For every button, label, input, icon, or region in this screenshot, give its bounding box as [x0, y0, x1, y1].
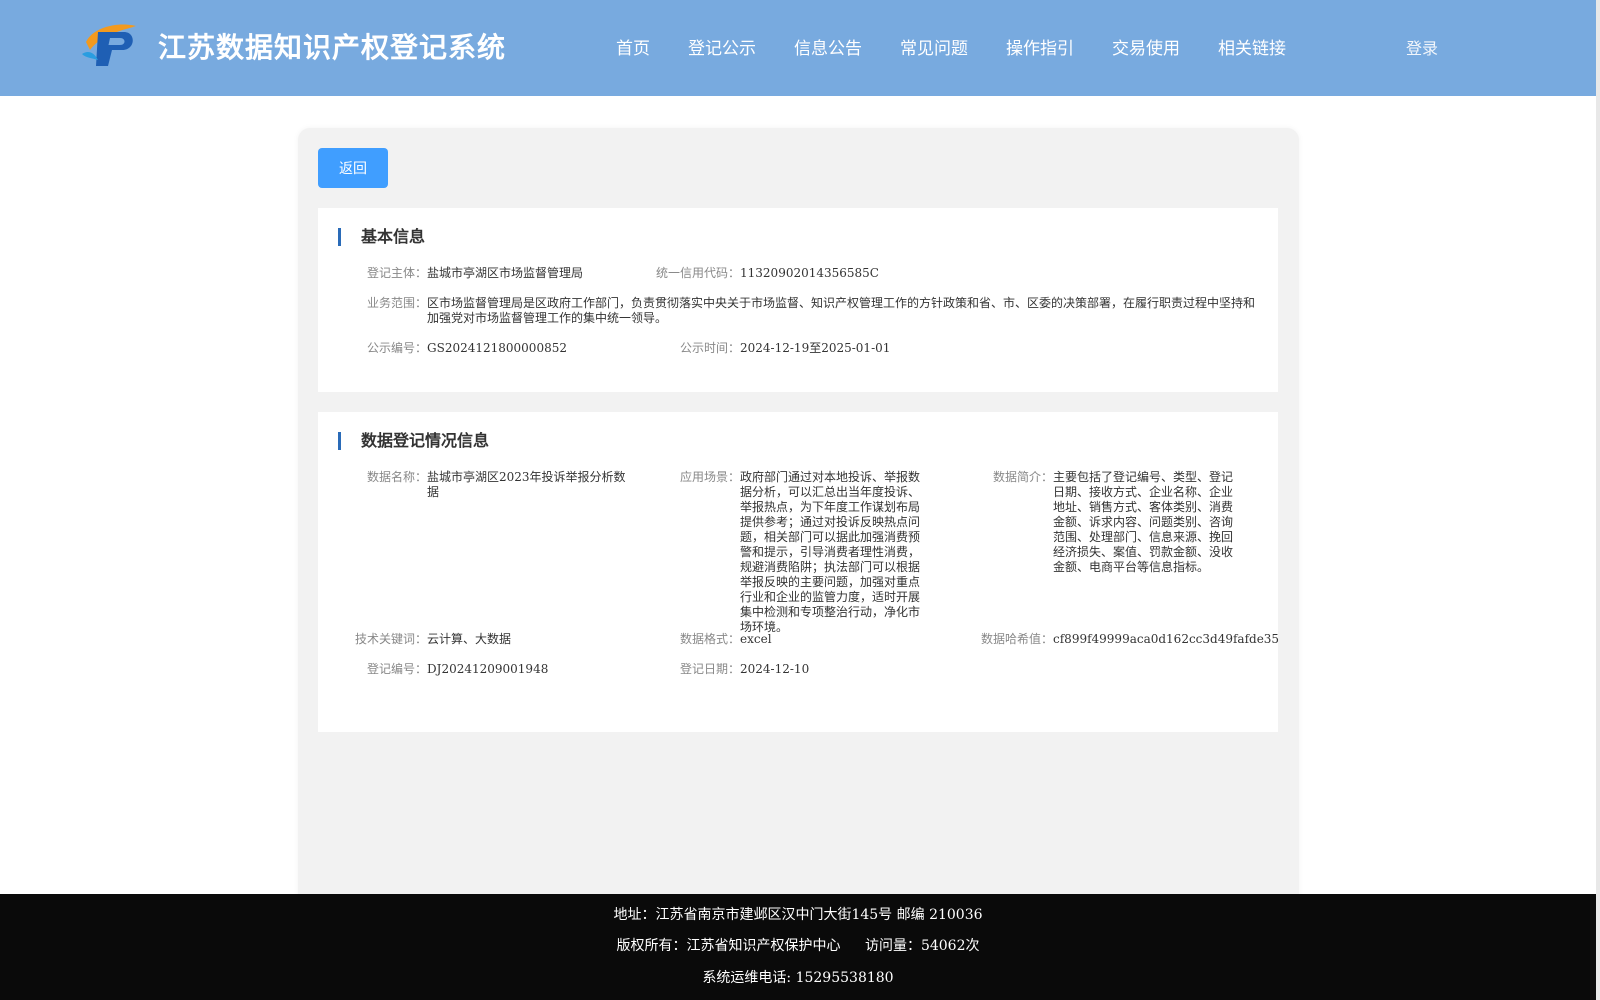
field-value: cf899f49999aca0d162cc3d49fafde35 [1053, 632, 1280, 646]
field-data-hash: 数据哈希值： cf899f49999aca0d162cc3d49fafde35 [981, 632, 1279, 647]
field-label: 数据哈希值： [981, 632, 1054, 646]
field-value: 政府部门通过对本地投诉、举报数据分析，可以汇总出当年度投诉、举报热点，为下年度工… [740, 470, 921, 634]
field-label: 业务范围： [367, 296, 428, 310]
nav-related-links[interactable]: 相关链接 [1218, 34, 1286, 59]
field-label: 公示时间： [680, 341, 741, 355]
main-nav: 首页 登记公示 信息公告 常见问题 操作指引 交易使用 相关链接 [616, 34, 1286, 59]
site-title[interactable]: 江苏数据知识产权登记系统 [158, 26, 506, 66]
field-label: 登记编号： [367, 662, 428, 676]
field-value: 盐城市亭湖区市场监督管理局 [427, 266, 584, 280]
field-label: 数据简介： [993, 470, 1054, 484]
page-scrollbar[interactable] [1596, 0, 1600, 1000]
nav-home[interactable]: 首页 [616, 34, 650, 59]
field-data-format: 数据格式： excel [680, 632, 932, 647]
field-business-scope: 业务范围： 区市场监督管理局是区政府工作部门，负责贯彻落实中央关于市场监督、知识… [367, 296, 1262, 326]
nav-transaction-use[interactable]: 交易使用 [1112, 34, 1180, 59]
field-publicity-number: 公示编号： GS2024121800000852 [367, 341, 667, 356]
nav-registration-publicity[interactable]: 登记公示 [688, 34, 756, 59]
field-registration-subject: 登记主体： 盐城市亭湖区市场监督管理局 [367, 266, 647, 281]
field-value: 盐城市亭湖区2023年投诉举报分析数据 [427, 470, 626, 499]
login-link[interactable]: 登录 [1406, 35, 1438, 59]
field-value: 主要包括了登记编号、类型、登记日期、接收方式、企业名称、企业地址、销售方式、客体… [1053, 470, 1234, 574]
footer-copyright-line: 版权所有：江苏省知识产权保护中心 访问量：54062次 [0, 935, 1596, 955]
section-title-basic-info: 基本信息 [338, 228, 425, 246]
field-registration-number: 登记编号： DJ20241209001948 [367, 662, 647, 677]
field-value: 2024-12-19至2025-01-01 [740, 341, 891, 355]
footer-visits: 访问量：54062次 [864, 938, 980, 954]
footer-copyright: 版权所有：江苏省知识产权保护中心 [616, 938, 841, 954]
field-label: 应用场景： [680, 470, 741, 484]
field-label: 数据名称： [367, 470, 428, 484]
field-value: 区市场监督管理局是区政府工作部门，负责贯彻落实中央关于市场监督、知识产权管理工作… [427, 296, 1256, 325]
field-value: 2024-12-10 [740, 662, 810, 676]
field-application-scene: 应用场景： 政府部门通过对本地投诉、举报数据分析，可以汇总出当年度投诉、举报热点… [680, 470, 932, 635]
footer-address: 地址：江苏省南京市建邺区汉中门大街145号 邮编 210036 [613, 907, 983, 923]
field-label: 技术关键词： [355, 632, 428, 646]
field-value: excel [740, 632, 772, 646]
section-title-registration-info: 数据登记情况信息 [338, 432, 489, 450]
field-label: 统一信用代码： [656, 266, 741, 280]
top-header: 江苏数据知识产权登记系统 首页 登记公示 信息公告 常见问题 操作指引 交易使用… [0, 0, 1596, 96]
field-label: 数据格式： [680, 632, 741, 646]
basic-info-panel: 基本信息 登记主体： 盐城市亭湖区市场监督管理局 统一信用代码： 1132090… [318, 208, 1278, 392]
field-data-name: 数据名称： 盐城市亭湖区2023年投诉举报分析数据 [367, 470, 627, 500]
field-value: DJ20241209001948 [427, 662, 549, 676]
field-tech-keywords: 技术关键词： 云计算、大数据 [355, 632, 635, 647]
field-credit-code: 统一信用代码： 11320902014356585C [656, 266, 956, 281]
field-publicity-time: 公示时间： 2024-12-19至2025-01-01 [680, 341, 980, 356]
field-data-intro: 数据简介： 主要包括了登记编号、类型、登记日期、接收方式、企业名称、企业地址、销… [993, 470, 1245, 575]
footer-phone: 系统运维电话: 15295538180 [702, 970, 894, 986]
field-value: 11320902014356585C [740, 266, 879, 280]
registration-info-panel: 数据登记情况信息 数据名称： 盐城市亭湖区2023年投诉举报分析数据 应用场景：… [318, 412, 1279, 732]
field-label: 公示编号： [367, 341, 428, 355]
field-registration-date: 登记日期： 2024-12-10 [680, 662, 932, 677]
field-label: 登记主体： [367, 266, 428, 280]
back-button[interactable]: 返回 [318, 148, 388, 188]
field-value: 云计算、大数据 [427, 632, 512, 646]
page-footer: 地址：江苏省南京市建邺区汉中门大街145号 邮编 210036 版权所有：江苏省… [0, 894, 1596, 1000]
field-value: GS2024121800000852 [427, 341, 567, 355]
detail-card: 返回 基本信息 登记主体： 盐城市亭湖区市场监督管理局 统一信用代码： 1132… [298, 128, 1299, 900]
logo-icon[interactable] [80, 20, 138, 70]
nav-operation-guide[interactable]: 操作指引 [1006, 34, 1074, 59]
field-label: 登记日期： [680, 662, 741, 676]
nav-faq[interactable]: 常见问题 [900, 34, 968, 59]
nav-information-notice[interactable]: 信息公告 [794, 34, 862, 59]
